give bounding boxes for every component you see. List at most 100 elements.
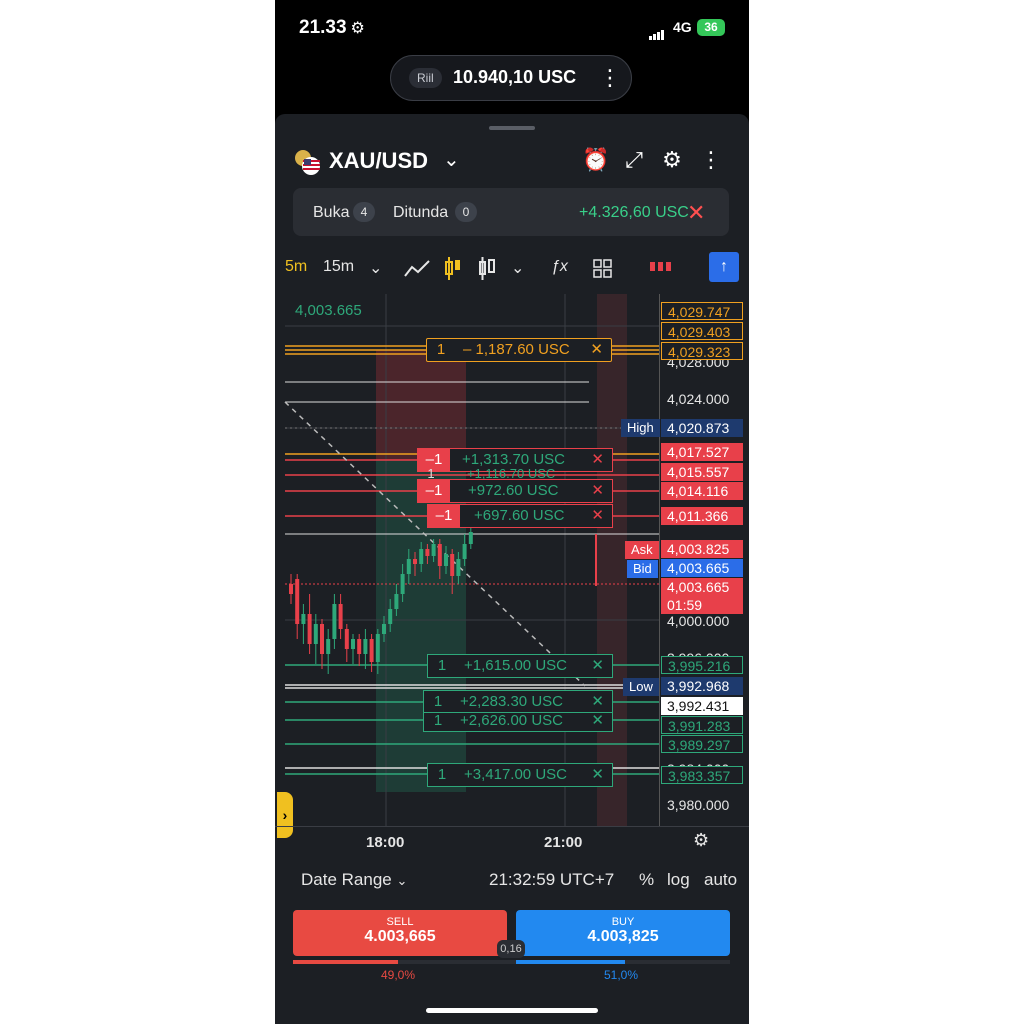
status-time: 21.33 ⚙ (299, 17, 365, 38)
price-tag: 4,015.557 (661, 463, 743, 481)
alarm-icon[interactable]: ⏰ (582, 147, 610, 173)
sentiment-bar (293, 960, 730, 964)
drag-handle[interactable] (489, 126, 535, 130)
close-order-icon[interactable]: ✕ (591, 655, 604, 677)
battery-indicator: 36 (697, 19, 725, 36)
fullscreen-icon[interactable]: ⤢ (620, 147, 648, 173)
candle-body (462, 544, 467, 559)
buy-button[interactable]: BUY 4.003,825 (516, 910, 730, 956)
home-indicator (426, 1008, 598, 1013)
price-chart[interactable] (275, 294, 659, 826)
indicators-icon[interactable]: ƒx (551, 258, 568, 282)
gear-status-icon: ⚙ (350, 20, 365, 37)
candlestick-icon[interactable] (443, 256, 463, 282)
side-panel-toggle[interactable]: › (277, 792, 293, 838)
phone-screen: 21.33 ⚙ 4G 36 Riil 10.940,10 USC ⋮ XAU/US… (275, 0, 749, 1024)
candle-body (375, 634, 380, 662)
order-label[interactable]: 1– 1,187.60 USC ✕ (426, 338, 612, 362)
close-order-icon[interactable]: ✕ (591, 764, 604, 786)
candle-body (295, 579, 300, 624)
close-order-icon[interactable]: ✕ (591, 505, 604, 527)
line-chart-icon[interactable] (403, 258, 431, 280)
close-order-icon[interactable]: ✕ (591, 691, 604, 713)
price-tag: 4,017.527 (661, 443, 743, 461)
candle-countdown: 01:59 (667, 597, 703, 613)
sell-sentiment-fill (293, 960, 398, 964)
candle-body (406, 559, 411, 574)
price-tag: 3,992.431 (661, 697, 743, 715)
timeframe-15m[interactable]: 15m (323, 258, 354, 282)
candle-body (419, 549, 424, 564)
candle-body (388, 609, 393, 624)
account-balance-pill[interactable]: Riil 10.940,10 USC ⋮ (390, 55, 632, 101)
price-tag: 4,011.366 (661, 507, 743, 525)
chevron-down-icon[interactable]: ⌄ (511, 258, 524, 282)
order-label[interactable]: 1 +2,283.30 USC ✕ (423, 690, 613, 714)
buy-percent: 51,0% (604, 968, 639, 982)
bar-chart-icon[interactable] (477, 256, 497, 282)
close-order-icon[interactable]: ✕ (591, 480, 604, 502)
candle-body (400, 574, 405, 594)
auto-toggle[interactable]: auto (704, 870, 737, 890)
network-label: 4G (673, 19, 692, 35)
trade-history-icon[interactable] (649, 260, 673, 274)
layout-grid-icon[interactable] (593, 259, 613, 279)
order-label[interactable]: –1 +697.60 USC ✕ (427, 504, 613, 528)
spread-badge: 0,16 (497, 940, 525, 958)
open-count-badge: 4 (353, 202, 375, 222)
order-label[interactable]: –1 +972.60 USC ✕ (417, 479, 613, 503)
candle-body (338, 604, 343, 629)
positions-bar: Buka 4 Ditunda 0 +4.326,60 USC ✕ (293, 188, 729, 236)
chart-settings-icon[interactable]: ⚙ (693, 830, 709, 851)
more-icon[interactable]: ⋮ (599, 65, 621, 91)
axis-label: 4,024.000 (667, 391, 730, 407)
candle-body (289, 584, 293, 594)
price-tag: 4,029.403 (661, 322, 743, 340)
x-axis-label: 18:00 (366, 834, 405, 851)
scroll-up-button[interactable]: ↑ (709, 252, 739, 282)
chevron-down-icon[interactable]: ⌄ (443, 147, 460, 172)
candle-body (468, 532, 473, 544)
xau-usd-flag-icon (295, 150, 320, 175)
candle-body (313, 624, 318, 644)
order-label[interactable]: 1 +2,626.00 USC ✕ (423, 712, 613, 732)
price-tag: 4,014.116 (661, 482, 743, 500)
candle-body (431, 544, 436, 556)
price-tag: 4,029.747 (661, 302, 743, 320)
candle-body (332, 604, 337, 639)
total-pl: +4.326,60 USC (579, 204, 689, 221)
chart-clock: 21:32:59 UTC+7 (489, 870, 615, 889)
candle-body (425, 549, 430, 556)
sell-button[interactable]: SELL 4.003,665 (293, 910, 507, 956)
low-label: Low (623, 678, 659, 696)
candle-body (326, 639, 331, 654)
candle-body (357, 639, 362, 654)
close-order-icon[interactable]: ✕ (591, 713, 604, 729)
x-axis-line (275, 826, 749, 827)
account-type-badge: Riil (409, 68, 442, 88)
pending-orders-tab[interactable]: Ditunda (393, 204, 448, 222)
ask-label: Ask (625, 541, 659, 559)
ask-price-tag: 4,003.825 (661, 540, 743, 558)
last-price-tag: 4,003.665 01:59 (661, 578, 743, 614)
candle-body (413, 559, 417, 564)
order-label[interactable]: 1 +3,417.00 USC ✕ (427, 763, 613, 787)
close-all-icon[interactable]: ✕ (687, 200, 705, 226)
pending-count-badge: 0 (455, 202, 477, 222)
candle-body (437, 544, 442, 566)
x-axis-label: 21:00 (544, 834, 583, 851)
bid-price-tag: 4,003.665 (661, 559, 743, 577)
percent-toggle[interactable]: % (639, 870, 654, 890)
chevron-down-icon[interactable]: ⌄ (369, 258, 382, 282)
order-label[interactable]: 1 +1,615.00 USC ✕ (427, 654, 613, 678)
timeframe-5m[interactable]: 5m (285, 258, 307, 282)
close-order-icon[interactable]: ✕ (590, 339, 603, 361)
open-positions-tab[interactable]: Buka (313, 204, 349, 222)
log-toggle[interactable]: log (667, 870, 690, 890)
date-range-button[interactable]: Date Range ⌄ (301, 870, 407, 890)
symbol-name[interactable]: XAU/USD (329, 148, 428, 174)
settings-icon[interactable]: ⚙ (658, 147, 686, 173)
candle-body (382, 624, 386, 634)
candle-body (369, 639, 374, 662)
more-menu-icon[interactable]: ⋮ (697, 147, 725, 173)
